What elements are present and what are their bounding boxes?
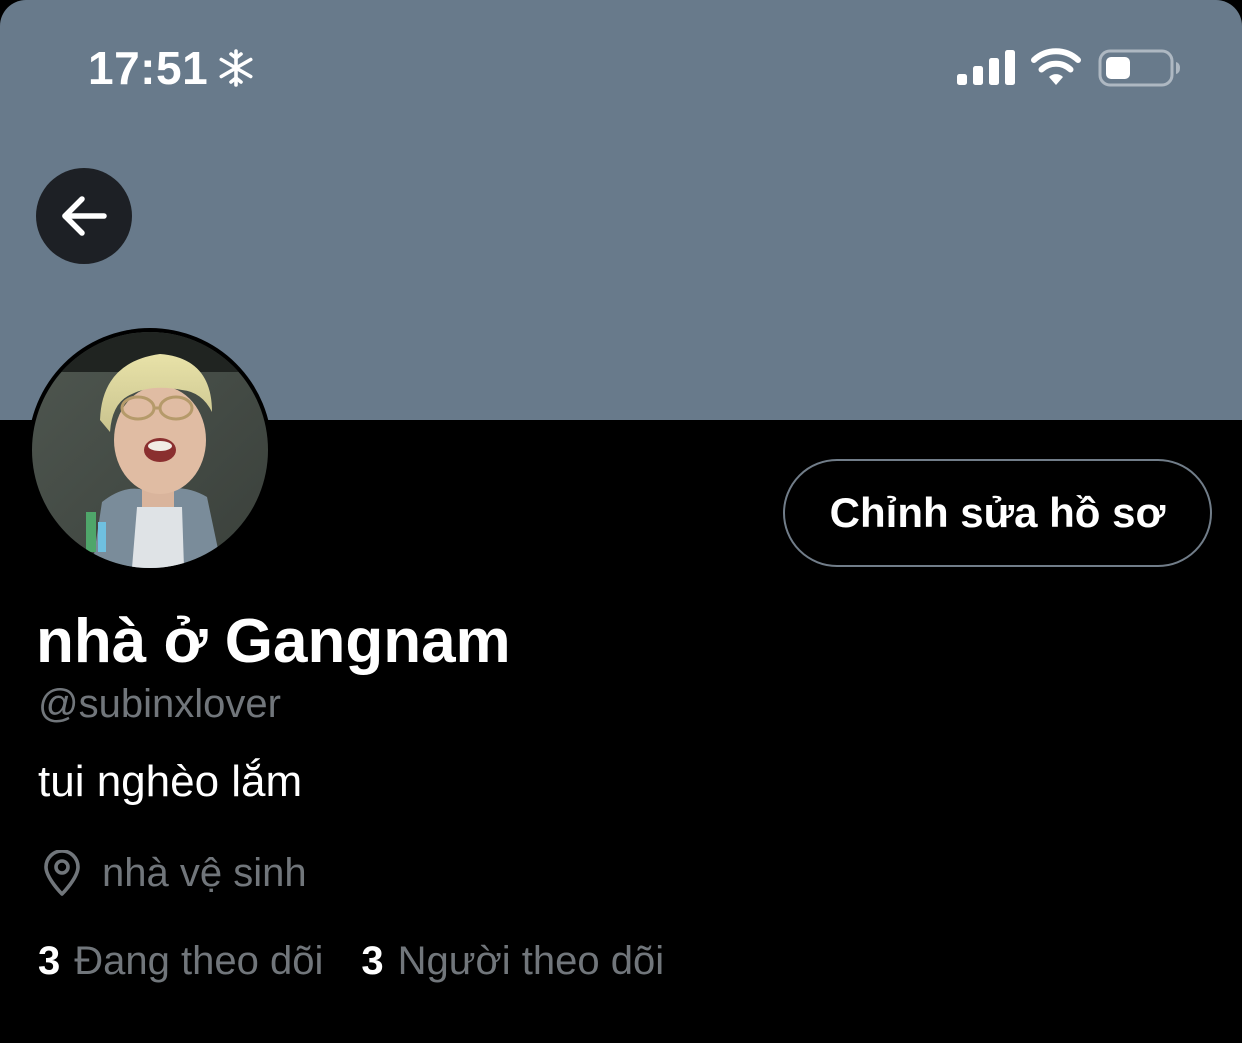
- profile-photo: [32, 332, 268, 568]
- location-pin-icon: [44, 850, 80, 896]
- followers-count: 3: [361, 939, 384, 983]
- profile-bio: tui nghèo lắm: [38, 757, 303, 806]
- profile-location: nhà vệ sinh: [102, 851, 307, 895]
- edit-profile-button[interactable]: Chỉnh sửa hồ sơ: [783, 459, 1212, 567]
- back-button[interactable]: [36, 168, 132, 264]
- follow-stats: 3 Đang theo dõi 3 Người theo dõi: [38, 936, 664, 986]
- following-label: Đang theo dõi: [74, 939, 324, 983]
- status-time: 17:51: [88, 42, 209, 94]
- followers-label: Người theo dõi: [397, 939, 665, 983]
- display-name: nhà ở Gangnam: [36, 607, 511, 676]
- username-handle: @subinxlover: [38, 682, 281, 726]
- arrow-left-icon: [62, 196, 107, 236]
- profile-screen: 17:51 Chỉnh sửa hồ sơ nhà ở Gangnam @sub…: [0, 0, 1242, 1043]
- avatar[interactable]: [28, 328, 272, 572]
- cellular-signal-icon: [957, 50, 1015, 85]
- snowflake-icon: [219, 49, 253, 87]
- following-count: 3: [38, 939, 61, 983]
- following-link[interactable]: 3 Đang theo dõi: [38, 936, 323, 986]
- battery-icon: [1098, 49, 1180, 87]
- followers-link[interactable]: 3 Người theo dõi: [361, 936, 664, 986]
- wifi-icon: [1031, 48, 1081, 85]
